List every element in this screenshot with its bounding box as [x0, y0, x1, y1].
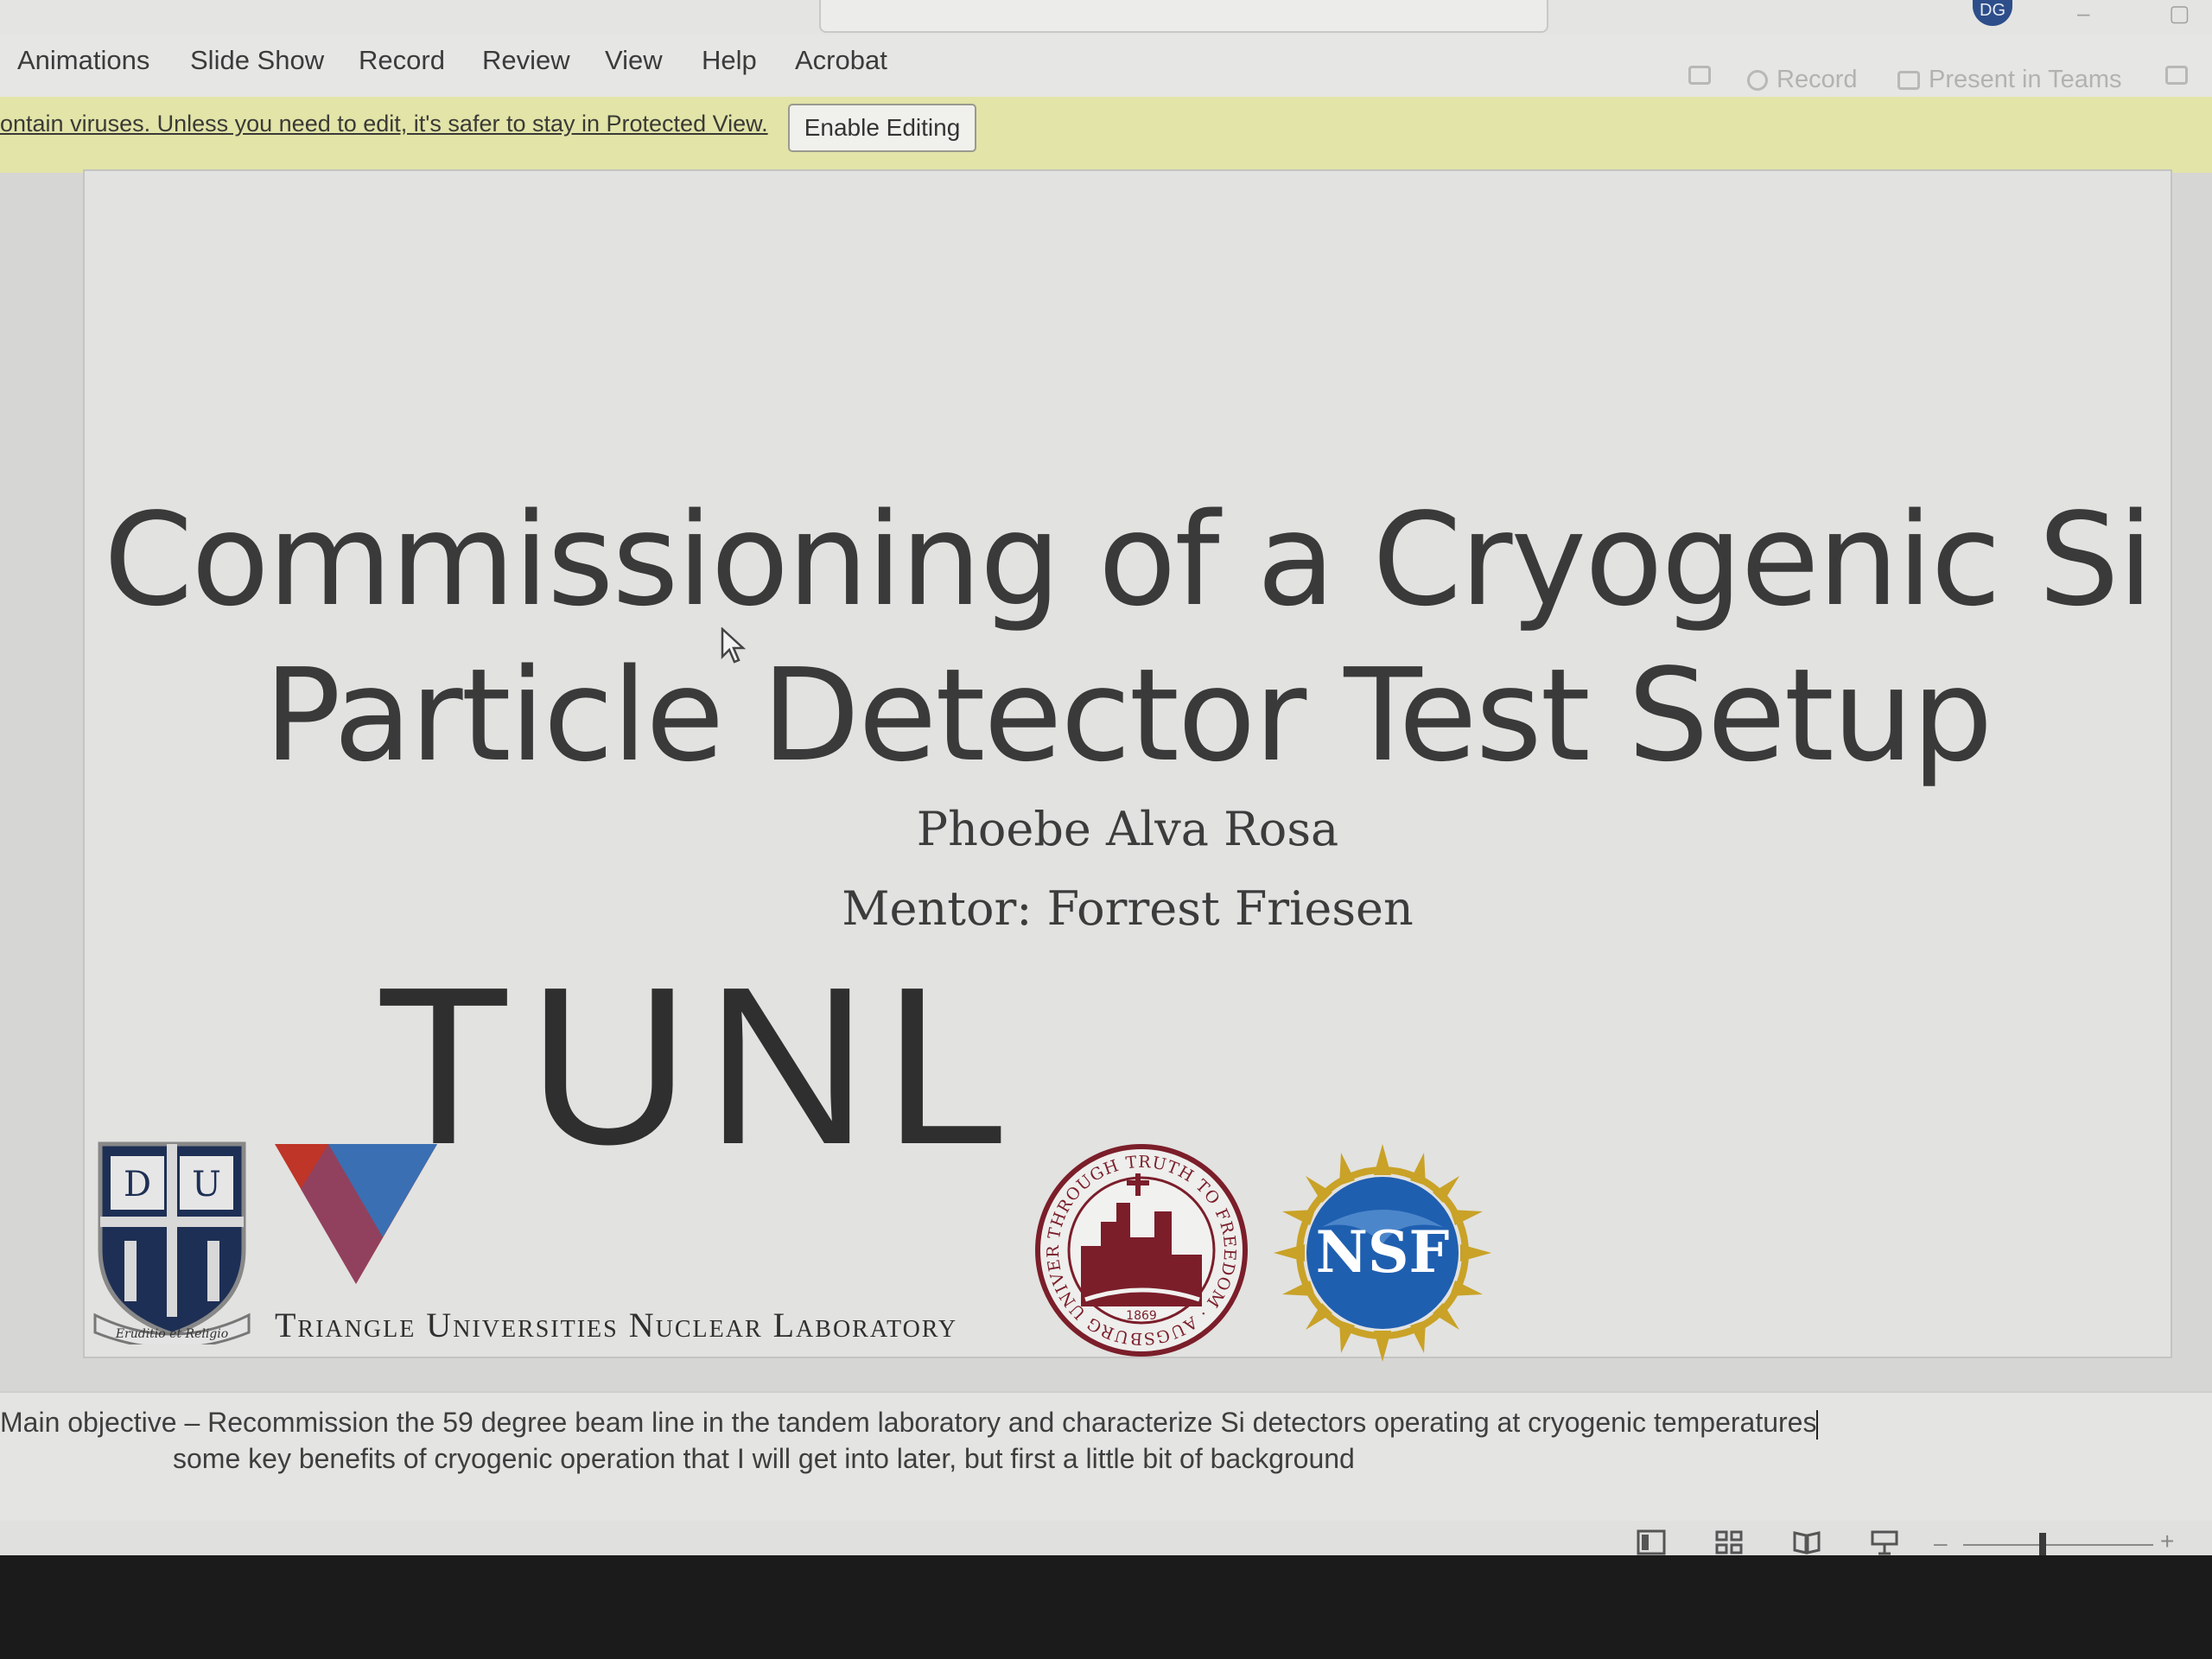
tunl-wordmark: TUNL: [375, 941, 1024, 1192]
share-button[interactable]: [2165, 66, 2188, 85]
tab-animations[interactable]: Animations: [17, 45, 149, 76]
slide-sorter-icon[interactable]: [1714, 1529, 1744, 1555]
zoom-out-button[interactable]: –: [1934, 1529, 1948, 1557]
svg-text:U: U: [192, 1165, 221, 1205]
slide-mentor: Mentor: Forrest Friesen: [842, 881, 1414, 936]
tab-view[interactable]: View: [605, 45, 663, 76]
normal-view-icon[interactable]: [1637, 1529, 1666, 1555]
nsf-logo: NSF: [1274, 1144, 1491, 1362]
zoom-slider[interactable]: [1963, 1544, 2153, 1546]
restore-icon[interactable]: ▢: [2169, 0, 2190, 27]
tab-review[interactable]: Review: [482, 45, 570, 76]
slide-title: Commissioning of a Cryogenic Si Particle…: [85, 482, 2171, 793]
slide-title-line-2: Particle Detector Test Setup: [264, 641, 1993, 790]
comments-button[interactable]: [1688, 66, 1711, 85]
tab-acrobat[interactable]: Acrobat: [795, 45, 887, 76]
tunl-subtitle: Triangle Universities Nuclear Laboratory: [275, 1306, 958, 1344]
svg-text:D: D: [124, 1165, 151, 1205]
enable-editing-button[interactable]: Enable Editing: [788, 104, 976, 152]
present-in-teams-button[interactable]: Present in Teams: [1897, 66, 2122, 94]
notes-line-1[interactable]: Main objective – Recommission the 59 deg…: [0, 1407, 1819, 1440]
teams-icon: [1897, 70, 1920, 90]
tab-record[interactable]: Record: [359, 45, 445, 76]
minimize-icon[interactable]: –: [2077, 0, 2089, 27]
slide-title-line-1: Commissioning of a Cryogenic Si: [103, 486, 2153, 634]
record-button[interactable]: Record: [1747, 66, 1858, 94]
slideshow-view-icon[interactable]: [1870, 1529, 1899, 1555]
zoom-in-button[interactable]: +: [2160, 1528, 2174, 1555]
record-icon: [1747, 69, 1768, 91]
tab-help[interactable]: Help: [702, 45, 757, 76]
share-icon: [2165, 66, 2188, 85]
protected-view-message[interactable]: ontain viruses. Unless you need to edit,…: [0, 111, 768, 137]
notes-line-2[interactable]: some key benefits of cryogenic operation…: [173, 1443, 1355, 1475]
record-label: Record: [1777, 66, 1858, 93]
nsf-text: NSF: [1316, 1218, 1450, 1286]
ribbon-tabs: [0, 35, 2212, 104]
augsburg-year: 1869: [1126, 1309, 1157, 1323]
present-label: Present in Teams: [1929, 66, 2122, 93]
tab-slide-show[interactable]: Slide Show: [190, 45, 324, 76]
slide-author: Phoebe Alva Rosa: [916, 802, 1339, 856]
duke-motto: Eruditio et Religio: [115, 1327, 228, 1341]
text-caret: [1816, 1409, 1819, 1440]
comment-icon: [1688, 66, 1711, 85]
mouse-pointer-icon: [721, 627, 747, 664]
zoom-slider-thumb[interactable]: [2039, 1533, 2046, 1557]
duke-shield-logo: D U Eruditio et Religio: [93, 1141, 251, 1344]
augsburg-seal-logo: THROUGH TRUTH TO FREEDOM · AUGSBURG UNIV…: [1033, 1142, 1248, 1357]
search-box[interactable]: [819, 0, 1548, 33]
monitor-bezel: [0, 1555, 2212, 1659]
reading-view-icon[interactable]: [1792, 1529, 1821, 1555]
